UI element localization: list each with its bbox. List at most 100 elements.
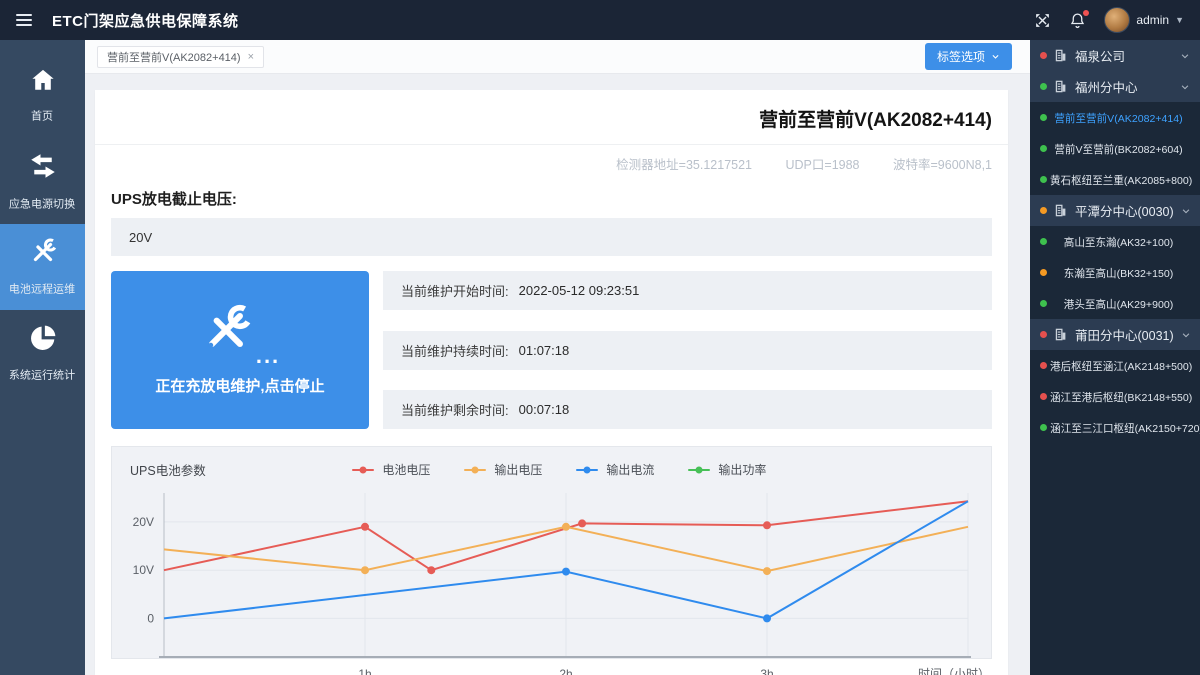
- chart-header: UPS电池参数 电池电压 输出电压 输出电流 输出功率: [112, 447, 991, 481]
- tree-group-label: 福泉公司: [1075, 46, 1173, 65]
- building-icon: [1054, 328, 1067, 341]
- route-tag-chip[interactable]: 营前至营前V(AK2082+414) ×: [97, 46, 264, 68]
- status-dot-green: [1040, 176, 1047, 183]
- tree-item[interactable]: 港头至高山(AK29+900): [1030, 288, 1200, 319]
- legend-label: 输出电流: [606, 461, 654, 478]
- legend-label: 输出电压: [494, 461, 542, 478]
- switch-arrows-icon: [28, 151, 58, 186]
- tree-item-label: 东瀚至高山(BK32+150): [1050, 265, 1187, 280]
- status-dot-orange: [1040, 207, 1047, 214]
- ups-line-chart: 010V20V1h2h3h时间（小时）: [112, 485, 991, 675]
- sidebar-item-label: 首页: [31, 107, 53, 123]
- cutoff-voltage-value: 20V: [111, 218, 992, 256]
- user-menu[interactable]: admin ▼: [1104, 7, 1184, 33]
- tree-item[interactable]: 营前至营前V(AK2082+414): [1030, 102, 1200, 133]
- fullscreen-icon[interactable]: [1034, 12, 1051, 29]
- svg-text:0: 0: [147, 611, 154, 625]
- tag-options-button[interactable]: 标签选项: [925, 43, 1012, 70]
- legend-item[interactable]: 输出功率: [688, 461, 766, 478]
- tree-item[interactable]: 东瀚至高山(BK32+150): [1030, 257, 1200, 288]
- tree-item[interactable]: 高山至东瀚(AK32+100): [1030, 226, 1200, 257]
- tree-item[interactable]: 港后枢纽至涵江(AK2148+500): [1030, 350, 1200, 381]
- status-dot-red: [1040, 362, 1047, 369]
- maintenance-start-value: 2022-05-12 09:23:51: [519, 283, 640, 298]
- chevron-down-icon: [1181, 206, 1191, 216]
- chart-legend: 电池电压 输出电压 输出电流 输出功率: [206, 461, 913, 478]
- status-dot-green: [1040, 238, 1047, 245]
- svg-text:3h: 3h: [760, 667, 773, 675]
- status-dot-green: [1040, 145, 1047, 152]
- chart-title: UPS电池参数: [130, 460, 206, 479]
- tree-item-label: 高山至东瀚(AK32+100): [1050, 234, 1187, 249]
- sidebar-item-statistics[interactable]: 系统运行统计: [0, 310, 85, 396]
- legend-label: 输出功率: [718, 461, 766, 478]
- maintenance-start-label: 当前维护开始时间:: [401, 281, 509, 300]
- svg-text:1h: 1h: [358, 667, 371, 675]
- main-content: 营前至营前V(AK2082+414) × 标签选项 营前至营前V(AK2082+…: [85, 40, 1030, 675]
- wrench-tools-icon: [200, 304, 252, 361]
- legend-marker: [464, 469, 486, 471]
- tree-group-label: 平潭分中心(0030): [1075, 201, 1174, 220]
- tree-group[interactable]: 平潭分中心(0030): [1030, 195, 1200, 226]
- tree-group[interactable]: 福泉公司: [1030, 40, 1200, 71]
- tree-item-label: 营前V至营前(BK2082+604): [1050, 141, 1187, 156]
- maintenance-row: ... 正在充放电维护,点击停止 当前维护开始时间: 2022-05-12 09:…: [111, 271, 992, 429]
- maintenance-duration-label: 当前维护持续时间:: [401, 341, 509, 360]
- app-window: ETC门架应急供电保障系统 admin ▼: [0, 0, 1200, 675]
- tree-item[interactable]: 涵江至三江口枢纽(AK2150+720): [1030, 412, 1200, 443]
- home-icon: [30, 67, 56, 98]
- cutoff-voltage-label: UPS放电截止电压:: [95, 177, 1008, 218]
- left-sidebar: 首页应急电源切换电池远程运维系统运行统计: [0, 40, 85, 675]
- legend-marker: [688, 469, 710, 471]
- tree-item-label: 黄石枢纽至兰重(AK2085+800): [1050, 172, 1192, 187]
- svg-text:20V: 20V: [133, 515, 154, 529]
- status-dot-red: [1040, 52, 1047, 59]
- status-dot-red: [1040, 331, 1047, 338]
- status-dot-red: [1040, 393, 1047, 400]
- ups-chart-panel: UPS电池参数 电池电压输出电压输出电流输出功率 010V20V1h2h3h时间…: [111, 446, 992, 659]
- status-dot-green: [1040, 300, 1047, 307]
- tree-item-label: 营前至营前V(AK2082+414): [1050, 110, 1187, 125]
- legend-item[interactable]: 输出电压: [464, 461, 542, 478]
- route-tag-label: 营前至营前V(AK2082+414): [107, 49, 241, 65]
- sidebar-item-battery-maintenance[interactable]: 电池远程运维: [0, 224, 85, 310]
- tree-group[interactable]: 莆田分中心(0031): [1030, 319, 1200, 350]
- legend-item[interactable]: 输出电流: [576, 461, 654, 478]
- baud-rate: 波特率=9600N8,1: [893, 158, 992, 172]
- tree-group-label: 福州分中心: [1075, 77, 1173, 96]
- tree-item-label: 涵江至港后枢纽(BK2148+550): [1050, 389, 1192, 404]
- notifications-bell-icon[interactable]: [1069, 12, 1086, 29]
- close-icon[interactable]: ×: [248, 51, 254, 63]
- sidebar-item-label: 系统运行统计: [9, 366, 75, 382]
- tree-item[interactable]: 涵江至港后枢纽(BK2148+550): [1030, 381, 1200, 412]
- pie-chart-icon: [29, 324, 57, 357]
- svg-text:2h: 2h: [559, 667, 572, 675]
- maintenance-duration-row: 当前维护持续时间:01:07:18: [383, 331, 992, 370]
- tree-group[interactable]: 福州分中心: [1030, 71, 1200, 102]
- page-title: 营前至营前V(AK2082+414): [95, 90, 1008, 145]
- tree-item-label: 涵江至三江口枢纽(AK2150+720): [1050, 420, 1200, 435]
- building-icon: [1054, 80, 1067, 93]
- tree-group-label: 莆田分中心(0031): [1075, 325, 1174, 344]
- chevron-down-icon: [991, 52, 1000, 61]
- tree-item[interactable]: 营前V至营前(BK2082+604): [1030, 133, 1200, 164]
- legend-marker: [352, 469, 374, 471]
- legend-item[interactable]: 电池电压: [352, 461, 430, 478]
- stop-maintenance-button[interactable]: ... 正在充放电维护,点击停止: [111, 271, 369, 429]
- chevron-down-icon: [1181, 330, 1191, 340]
- legend-label: 电池电压: [382, 461, 430, 478]
- user-name: admin: [1136, 13, 1169, 27]
- detail-card: 营前至营前V(AK2082+414) 检测器地址=35.1217521 UDP口…: [95, 90, 1008, 675]
- sidebar-item-label: 电池远程运维: [9, 280, 75, 296]
- sidebar-item-home[interactable]: 首页: [0, 52, 85, 138]
- chevron-down-icon: [1180, 51, 1190, 61]
- sidebar-item-power-switch[interactable]: 应急电源切换: [0, 138, 85, 224]
- stop-maintenance-label: 正在充放电维护,点击停止: [155, 375, 324, 396]
- tree-item-label: 港头至高山(AK29+900): [1050, 296, 1187, 311]
- tree-item[interactable]: 黄石枢纽至兰重(AK2085+800): [1030, 164, 1200, 195]
- menu-hamburger-icon[interactable]: [16, 14, 32, 26]
- chevron-down-icon: ▼: [1175, 15, 1184, 25]
- app-title: ETC门架应急供电保障系统: [52, 10, 239, 31]
- maintenance-start-row: 当前维护开始时间: 2022-05-12 09:23:51: [383, 271, 992, 310]
- maintenance-times: 当前维护开始时间: 2022-05-12 09:23:51 当前维护持续时间:01:…: [383, 271, 992, 429]
